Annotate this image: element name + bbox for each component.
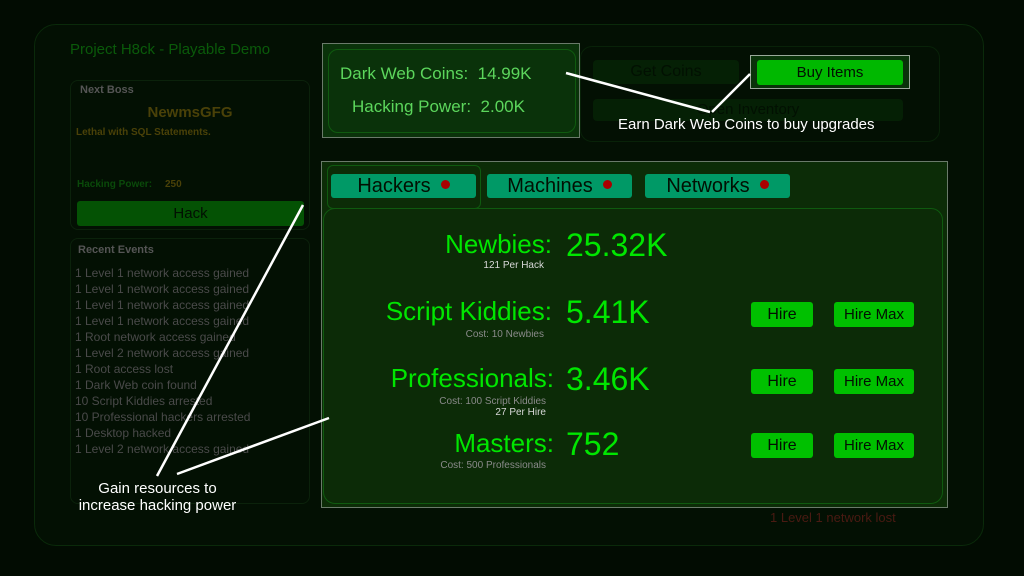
callout-coins-text: Earn Dark Web Coins to buy upgrades (618, 116, 875, 133)
callout-line-buy (711, 73, 751, 113)
callout-resources-line1: Gain resources to (98, 480, 217, 497)
callout-resources-line2: increase hacking power (78, 497, 237, 514)
callout-resources-text: Gain resources to increase hacking power (60, 480, 255, 514)
callout-line-coins (565, 71, 711, 114)
callout-line-hackers (176, 416, 330, 476)
